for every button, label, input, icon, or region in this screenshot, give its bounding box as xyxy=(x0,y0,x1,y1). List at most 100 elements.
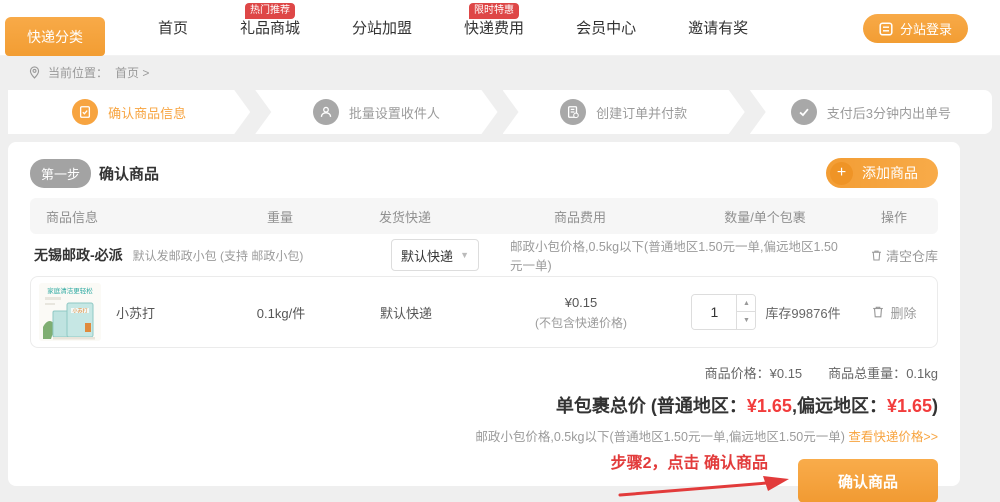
quantity-decrease-button[interactable]: ▼ xyxy=(737,312,755,329)
normal-region-price: ¥1.65 xyxy=(747,396,792,416)
quantity-stepper: ▲ ▼ xyxy=(691,294,756,330)
step-confirm-product-info: 确认商品信息 xyxy=(8,90,250,134)
product-image[interactable]: 家庭清洁更轻松 小苏打 xyxy=(39,283,101,341)
nav-menu: 首页 热门推荐 礼品商城 分站加盟 限时特惠 快递费用 会员中心 邀请有奖 xyxy=(132,0,774,56)
breadcrumb-prefix: 当前位置： xyxy=(48,64,108,81)
package-total-row: 单包裹总价 (普通地区：¥1.65,偏远地区：¥1.65) xyxy=(30,392,938,418)
nav-item-label: 分站加盟 xyxy=(352,17,412,38)
confirm-product-card: 第一步 确认商品 + 添加商品 商品信息 重量 发货快递 商品费用 数量/单个包… xyxy=(8,142,960,486)
stock-count: 库存99876件 xyxy=(765,303,840,322)
step2-annotation: 步骤2，点击 确认商品 xyxy=(611,449,768,473)
quantity-increase-button[interactable]: ▲ xyxy=(737,295,755,312)
warehouse-name-cell: 无锡邮政-必派 默认发邮政小包 (支持 邮政小包) xyxy=(30,245,360,265)
step-batch-set-recipients: 批量设置收件人 xyxy=(255,90,497,134)
product-info-cell: 家庭清洁更轻松 小苏打 小苏打 xyxy=(31,283,231,341)
col-quantity: 数量/单个包裹 xyxy=(680,207,850,226)
warehouse-note: 默认发邮政小包 (支持 邮政小包) xyxy=(133,247,304,264)
product-name: 小苏打 xyxy=(116,303,155,322)
package-total-mid: ,偏远地区： xyxy=(792,396,887,416)
package-total-prefix: 单包裹总价 (普通地区： xyxy=(556,396,747,416)
product-price-label: 商品价格： xyxy=(705,366,770,381)
product-row: 家庭清洁更轻松 小苏打 小苏打 0.1kg/件 默认快递 ¥0.15 (不包含快… xyxy=(30,276,938,348)
top-nav: 快递分类 首页 热门推荐 礼品商城 分站加盟 限时特惠 快递费用 会员中心 邀请… xyxy=(0,0,1000,56)
nav-item-label: 快递费用 xyxy=(464,17,524,38)
postal-note: 邮政小包价格,0.5kg以下(普通地区1.50元一单,偏远地区1.50元一单) xyxy=(475,430,848,444)
step-label: 批量设置收件人 xyxy=(349,103,440,122)
add-product-label: 添加商品 xyxy=(862,163,918,183)
nav-item-label: 礼品商城 xyxy=(240,17,300,38)
table-header-row: 商品信息 重量 发货快递 商品费用 数量/单个包裹 操作 xyxy=(30,198,938,234)
quantity-cell: ▲ ▼ 库存99876件 xyxy=(681,294,851,330)
nav-item-franchise[interactable]: 分站加盟 xyxy=(326,0,438,56)
postal-price-note: 邮政小包价格,0.5kg以下(普通地区1.50元一单,偏远地区1.50元一单) xyxy=(510,236,838,274)
step-create-order-pay: 创建订单并付款 xyxy=(503,90,745,134)
col-product-info: 商品信息 xyxy=(30,207,230,226)
step-label: 支付后3分钟内出单号 xyxy=(827,103,951,122)
product-price: ¥0.15 xyxy=(481,293,681,314)
nav-item-label: 邀请有奖 xyxy=(688,17,748,38)
monitor-icon xyxy=(879,22,893,36)
package-total-suffix: ) xyxy=(932,396,938,416)
product-image-caption: 家庭清洁更轻松 xyxy=(47,286,93,295)
total-weight-value: 0.1kg xyxy=(906,366,938,381)
product-express: 默认快递 xyxy=(331,303,481,322)
nav-item-member-center[interactable]: 会员中心 xyxy=(550,0,662,56)
category-tab-label: 快递分类 xyxy=(27,27,83,47)
nav-item-home[interactable]: 首页 xyxy=(132,0,214,56)
location-pin-icon xyxy=(28,66,41,79)
col-actions: 操作 xyxy=(850,207,938,226)
stepper-buttons: ▲ ▼ xyxy=(736,295,755,329)
login-button-label: 分站登录 xyxy=(900,19,952,38)
section-title: 确认商品 xyxy=(99,163,159,184)
summary-subtotal-row: 商品价格：¥0.15 商品总重量：0.1kg xyxy=(30,363,938,382)
col-product-fee: 商品费用 xyxy=(480,207,680,226)
confirm-product-label: 确认商品 xyxy=(838,474,898,491)
trash-icon xyxy=(871,305,885,319)
quantity-input[interactable] xyxy=(692,295,736,329)
breadcrumb: 当前位置： 首页 > xyxy=(0,56,1000,88)
col-express: 发货快递 xyxy=(330,207,480,226)
express-select[interactable]: 默认快递 ▼ xyxy=(391,239,479,271)
col-weight: 重量 xyxy=(230,207,330,226)
chevron-down-icon: ▼ xyxy=(460,250,469,260)
step-label: 确认商品信息 xyxy=(108,103,186,122)
trash-icon xyxy=(870,249,883,262)
total-weight-label: 商品总重量： xyxy=(828,366,906,381)
clear-warehouse-button[interactable]: 清空仓库 xyxy=(838,246,938,265)
person-icon xyxy=(313,99,339,125)
section-header: 第一步 确认商品 + 添加商品 xyxy=(30,156,938,190)
step-one-badge: 第一步 xyxy=(30,159,91,188)
hot-badge: 热门推荐 xyxy=(245,3,295,19)
view-express-price-link[interactable]: 查看快递价格>> xyxy=(848,430,938,444)
limited-offer-badge: 限时特惠 xyxy=(469,3,519,19)
warehouse-name: 无锡邮政-必派 xyxy=(34,245,123,265)
nav-item-label: 会员中心 xyxy=(576,17,636,38)
product-price-note: (不包含快递价格) xyxy=(481,314,681,331)
product-fee-cell: ¥0.15 (不包含快递价格) xyxy=(481,293,681,331)
delete-product-button[interactable]: 删除 xyxy=(851,303,937,322)
nav-item-label: 首页 xyxy=(158,17,188,38)
postal-note-row: 邮政小包价格,0.5kg以下(普通地区1.50元一单,偏远地区1.50元一单) … xyxy=(30,426,938,445)
clear-warehouse-label: 清空仓库 xyxy=(886,246,938,265)
delete-product-label: 删除 xyxy=(890,303,916,322)
red-arrow-icon xyxy=(617,471,792,499)
product-weight: 0.1kg/件 xyxy=(231,303,331,322)
nav-item-gift-mall[interactable]: 热门推荐 礼品商城 xyxy=(214,0,326,56)
step-label: 创建订单并付款 xyxy=(596,103,687,122)
nav-item-express-fee[interactable]: 限时特惠 快递费用 xyxy=(438,0,550,56)
confirm-product-button[interactable]: 确认商品 xyxy=(798,459,938,502)
express-select-value: 默认快递 xyxy=(401,246,453,265)
nav-item-invite-reward[interactable]: 邀请有奖 xyxy=(662,0,774,56)
clipboard-check-icon xyxy=(72,99,98,125)
category-tab[interactable]: 快递分类 xyxy=(5,17,105,56)
product-price-value: ¥0.15 xyxy=(770,366,803,381)
order-document-icon xyxy=(560,99,586,125)
remote-region-price: ¥1.65 xyxy=(887,396,932,416)
add-product-button[interactable]: + 添加商品 xyxy=(826,158,938,188)
warehouse-group-row: 无锡邮政-必派 默认发邮政小包 (支持 邮政小包) 默认快递 ▼ 邮政小包价格,… xyxy=(30,234,938,276)
plus-icon: + xyxy=(830,162,853,185)
substation-login-button[interactable]: 分站登录 xyxy=(863,14,968,43)
breadcrumb-home-link[interactable]: 首页 > xyxy=(115,64,149,81)
svg-text:小苏打: 小苏打 xyxy=(72,308,87,315)
steps-bar: 确认商品信息 批量设置收件人 创建订单并付款 支付后3分钟内出单号 xyxy=(8,90,992,134)
